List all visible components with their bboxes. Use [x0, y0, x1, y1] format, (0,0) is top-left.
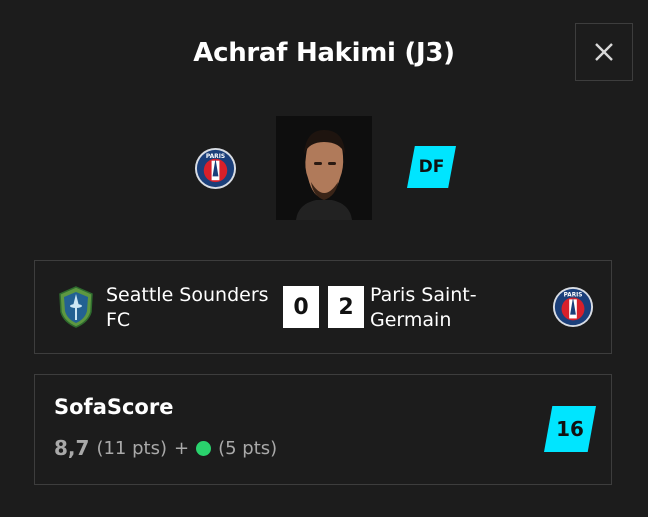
away-team-name: Paris Saint-Germain: [370, 284, 477, 331]
sofascore-rating: 8,7: [54, 436, 90, 460]
psg-crest-icon: PARIS: [552, 286, 594, 328]
psg-crest-text: PARIS: [206, 154, 225, 160]
total-points: 16: [556, 417, 584, 441]
player-portrait: [276, 116, 372, 220]
bonus-points: (5 pts): [218, 437, 278, 459]
bonus-dot-icon: [196, 440, 212, 456]
home-team-name: Seattle Sounders FC: [106, 284, 269, 331]
position-badge: DF: [407, 146, 456, 188]
position-label: DF: [418, 157, 445, 177]
total-points-badge: 16: [544, 406, 596, 452]
rating-points: (11 pts): [96, 437, 167, 459]
home-score: 0: [283, 286, 319, 328]
close-icon: [595, 43, 613, 61]
sofascore-breakdown: 8,7 (11 pts) + (5 pts): [54, 436, 277, 460]
psg-crest-icon: PARIS: [194, 147, 237, 190]
page-title: Achraf Hakimi (J3): [193, 38, 455, 68]
seattle-sounders-crest-icon: [59, 286, 93, 328]
sofascore-title: SofaScore: [54, 395, 174, 419]
away-score: 2: [328, 286, 364, 328]
psg-crest-text: PARIS: [564, 293, 583, 299]
plus-sign: +: [173, 437, 190, 459]
close-button[interactable]: [575, 23, 633, 81]
sofascore-card: SofaScore 8,7 (11 pts) + (5 pts) 16: [34, 374, 612, 485]
match-card[interactable]: Seattle Sounders FC 0 2 Paris Saint-Germ…: [34, 260, 612, 354]
